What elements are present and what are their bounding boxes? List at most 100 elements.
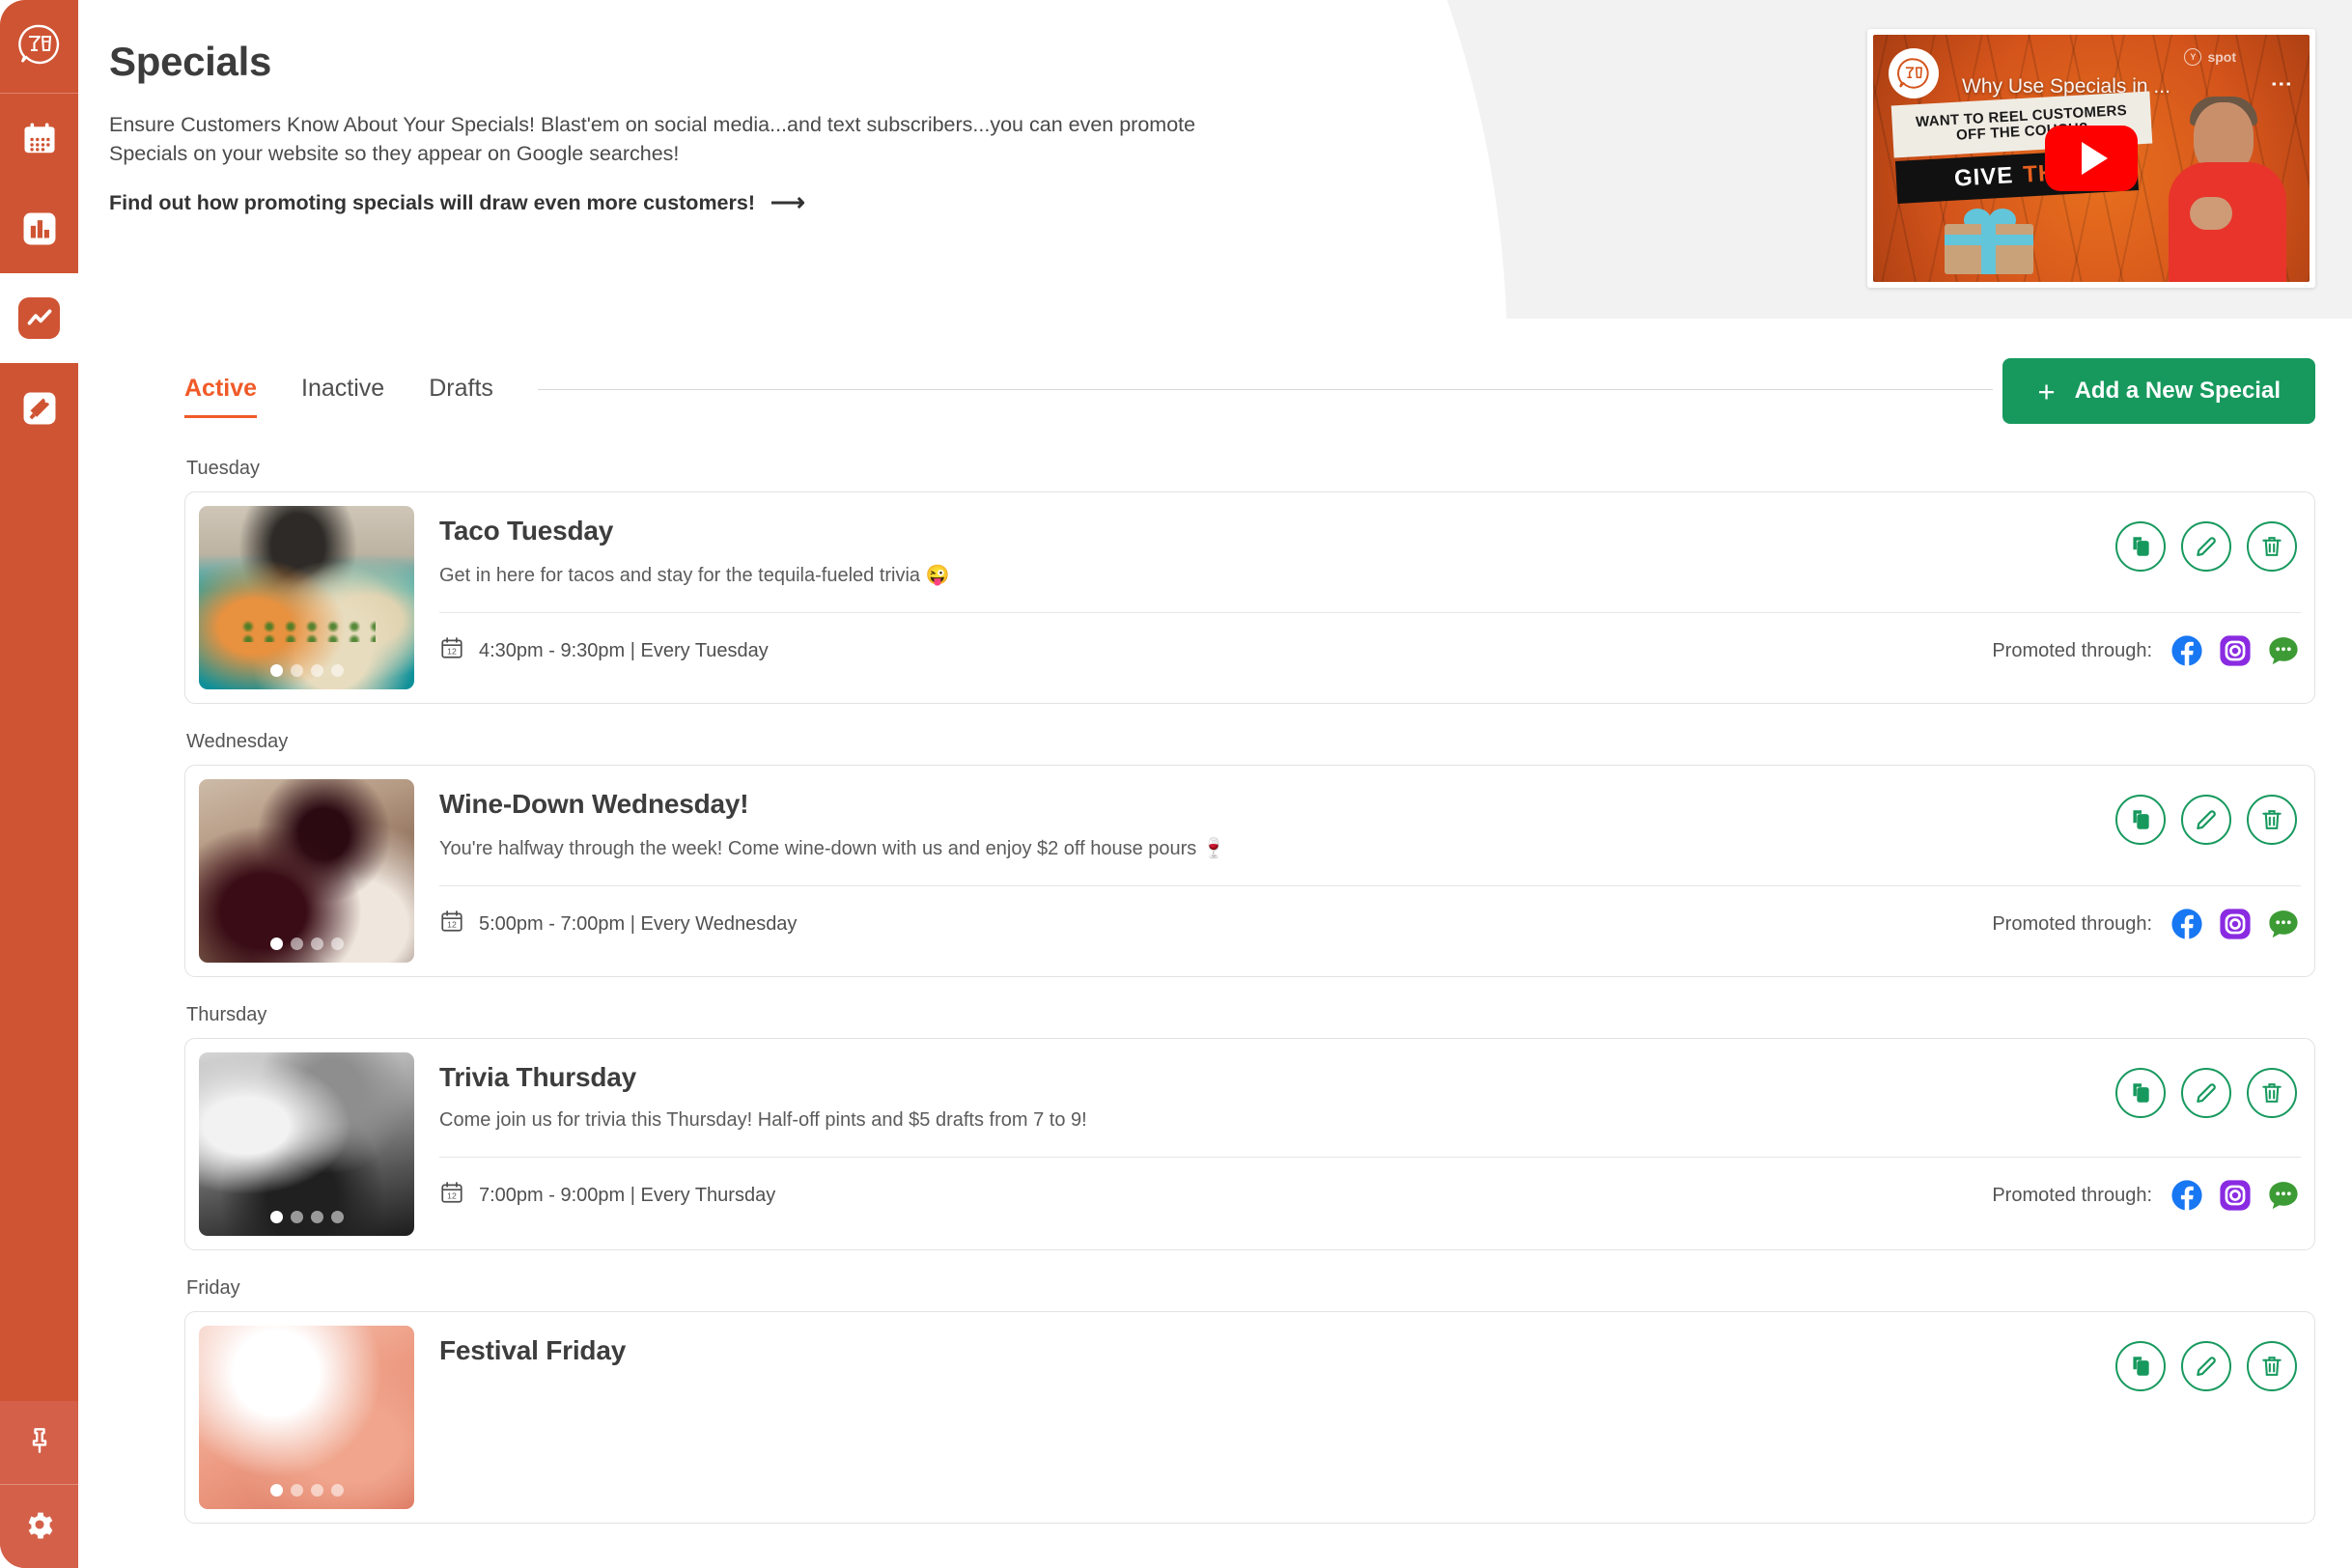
- carousel-dot[interactable]: [330, 1484, 344, 1497]
- delete-icon[interactable]: [2247, 1341, 2297, 1391]
- sidebar-item-trends[interactable]: [0, 273, 78, 363]
- promo-video-card[interactable]: Y spot Why Use Specials in ... ⋮ WANT TO…: [1867, 29, 2315, 288]
- edit-icon[interactable]: [2181, 1341, 2231, 1391]
- megaphone-icon: [18, 387, 60, 429]
- special-card[interactable]: Wine-Down Wednesday! You're halfway thro…: [184, 765, 2315, 977]
- edit-icon[interactable]: [2181, 1068, 2231, 1118]
- carousel-dot[interactable]: [330, 664, 344, 677]
- duplicate-icon[interactable]: [2115, 1068, 2166, 1118]
- special-body: Taco Tuesday Get in here for tacos and s…: [414, 506, 2301, 689]
- video-presenter-illustration: [2165, 97, 2292, 282]
- carousel-dot[interactable]: [290, 664, 303, 677]
- svg-text:12: 12: [447, 1191, 457, 1201]
- kebab-menu-icon[interactable]: ⋮: [2270, 73, 2294, 95]
- carousel-dot[interactable]: [310, 938, 323, 950]
- instagram-icon[interactable]: [2218, 907, 2253, 941]
- sidebar: [0, 0, 78, 1568]
- delete-icon[interactable]: [2247, 795, 2297, 845]
- carousel-dot[interactable]: [290, 938, 303, 950]
- sidebar-item-pin[interactable]: [0, 1401, 78, 1484]
- instagram-icon[interactable]: [2218, 1178, 2253, 1213]
- special-card[interactable]: Festival Friday: [184, 1311, 2315, 1524]
- tab-drafts[interactable]: Drafts: [429, 375, 493, 418]
- video-thumbnail[interactable]: Y spot Why Use Specials in ... ⋮ WANT TO…: [1873, 35, 2310, 282]
- special-thumbnail[interactable]: [199, 506, 414, 689]
- promoted-through-label: Promoted through:: [1992, 1184, 2152, 1206]
- hero-cta-link[interactable]: Find out how promoting specials will dra…: [109, 191, 805, 215]
- carousel-dots[interactable]: [269, 1484, 344, 1497]
- svg-text:12: 12: [447, 647, 457, 657]
- day-group-label: Tuesday: [186, 458, 260, 479]
- hero-cta-label: Find out how promoting specials will dra…: [109, 191, 755, 215]
- tab-divider-rule: [537, 388, 1994, 390]
- special-thumbnail[interactable]: [199, 779, 414, 963]
- card-divider: [439, 885, 2301, 886]
- sms-icon[interactable]: [2266, 633, 2301, 668]
- svg-text:12: 12: [447, 920, 457, 930]
- sidebar-item-analytics[interactable]: [0, 183, 78, 273]
- video-brand-label: spot: [2207, 49, 2236, 65]
- hero-subtitle: Ensure Customers Know About Your Special…: [109, 113, 1196, 165]
- carousel-dot[interactable]: [310, 1484, 323, 1497]
- carousel-dots[interactable]: [269, 1211, 344, 1223]
- duplicate-icon[interactable]: [2115, 1341, 2166, 1391]
- carousel-dot[interactable]: [269, 1211, 283, 1223]
- sms-icon[interactable]: [2266, 1178, 2301, 1213]
- special-card[interactable]: Trivia Thursday Come join us for trivia …: [184, 1038, 2315, 1250]
- carousel-dot[interactable]: [310, 664, 323, 677]
- carousel-dot[interactable]: [269, 938, 283, 950]
- delete-icon[interactable]: [2247, 521, 2297, 572]
- day-group-label: Thursday: [186, 1004, 267, 1025]
- carousel-dot[interactable]: [290, 1484, 303, 1497]
- carousel-dots[interactable]: [269, 938, 344, 950]
- sms-icon[interactable]: [2266, 907, 2301, 941]
- carousel-dot[interactable]: [330, 1211, 344, 1223]
- edit-icon[interactable]: [2181, 795, 2231, 845]
- video-brand-watermark: Y spot: [2184, 48, 2236, 66]
- edit-icon[interactable]: [2181, 521, 2231, 572]
- plus-icon: +: [2037, 374, 2056, 408]
- carousel-dot[interactable]: [269, 1484, 283, 1497]
- special-thumbnail[interactable]: [199, 1326, 414, 1509]
- carousel-dot[interactable]: [310, 1211, 323, 1223]
- instagram-icon[interactable]: [2218, 633, 2253, 668]
- promoted-through-group: Promoted through:: [1992, 907, 2301, 941]
- play-button-icon[interactable]: [2045, 126, 2138, 191]
- special-card[interactable]: Taco Tuesday Get in here for tacos and s…: [184, 491, 2315, 704]
- delete-icon[interactable]: [2247, 1068, 2297, 1118]
- app-root: Specials Ensure Customers Know About You…: [0, 0, 2352, 1568]
- trending-line-icon: [18, 297, 60, 339]
- special-thumbnail[interactable]: [199, 1052, 414, 1236]
- add-new-special-button[interactable]: + Add a New Special: [2002, 358, 2315, 424]
- sidebar-logo[interactable]: [0, 0, 78, 93]
- carousel-dot[interactable]: [290, 1211, 303, 1223]
- tab-active[interactable]: Active: [184, 375, 258, 418]
- facebook-icon[interactable]: [2170, 633, 2204, 668]
- tab-inactive[interactable]: Inactive: [301, 375, 384, 418]
- carousel-dots[interactable]: [269, 664, 344, 677]
- special-title: Wine-Down Wednesday!: [439, 789, 749, 819]
- special-actions: [2115, 1068, 2297, 1118]
- card-divider: [439, 612, 2301, 613]
- facebook-icon[interactable]: [2170, 907, 2204, 941]
- duplicate-icon[interactable]: [2115, 795, 2166, 845]
- special-body: Festival Friday: [414, 1326, 2301, 1509]
- calendar-icon: [18, 118, 60, 159]
- tab-bar: Active Inactive Drafts + Add a New Speci…: [78, 358, 2352, 431]
- duplicate-icon[interactable]: [2115, 521, 2166, 572]
- spot-logo-icon: [17, 23, 61, 70]
- special-title: Taco Tuesday: [439, 516, 614, 546]
- special-footer: 12 4:30pm - 9:30pm | Every Tuesday Promo…: [439, 633, 2301, 668]
- special-actions: [2115, 1341, 2297, 1391]
- sidebar-item-promotions[interactable]: [0, 363, 78, 453]
- sidebar-item-settings[interactable]: [0, 1485, 78, 1568]
- sidebar-item-calendar[interactable]: [0, 94, 78, 183]
- special-footer: 12 7:00pm - 9:00pm | Every Thursday Prom…: [439, 1178, 2301, 1213]
- special-schedule: 12 5:00pm - 7:00pm | Every Wednesday: [439, 909, 797, 939]
- special-schedule-text: 5:00pm - 7:00pm | Every Wednesday: [479, 912, 798, 935]
- carousel-dot[interactable]: [330, 938, 344, 950]
- carousel-dot[interactable]: [269, 664, 283, 677]
- promoted-through-group: Promoted through:: [1992, 1178, 2301, 1213]
- facebook-icon[interactable]: [2170, 1178, 2204, 1213]
- special-title: Trivia Thursday: [439, 1062, 636, 1092]
